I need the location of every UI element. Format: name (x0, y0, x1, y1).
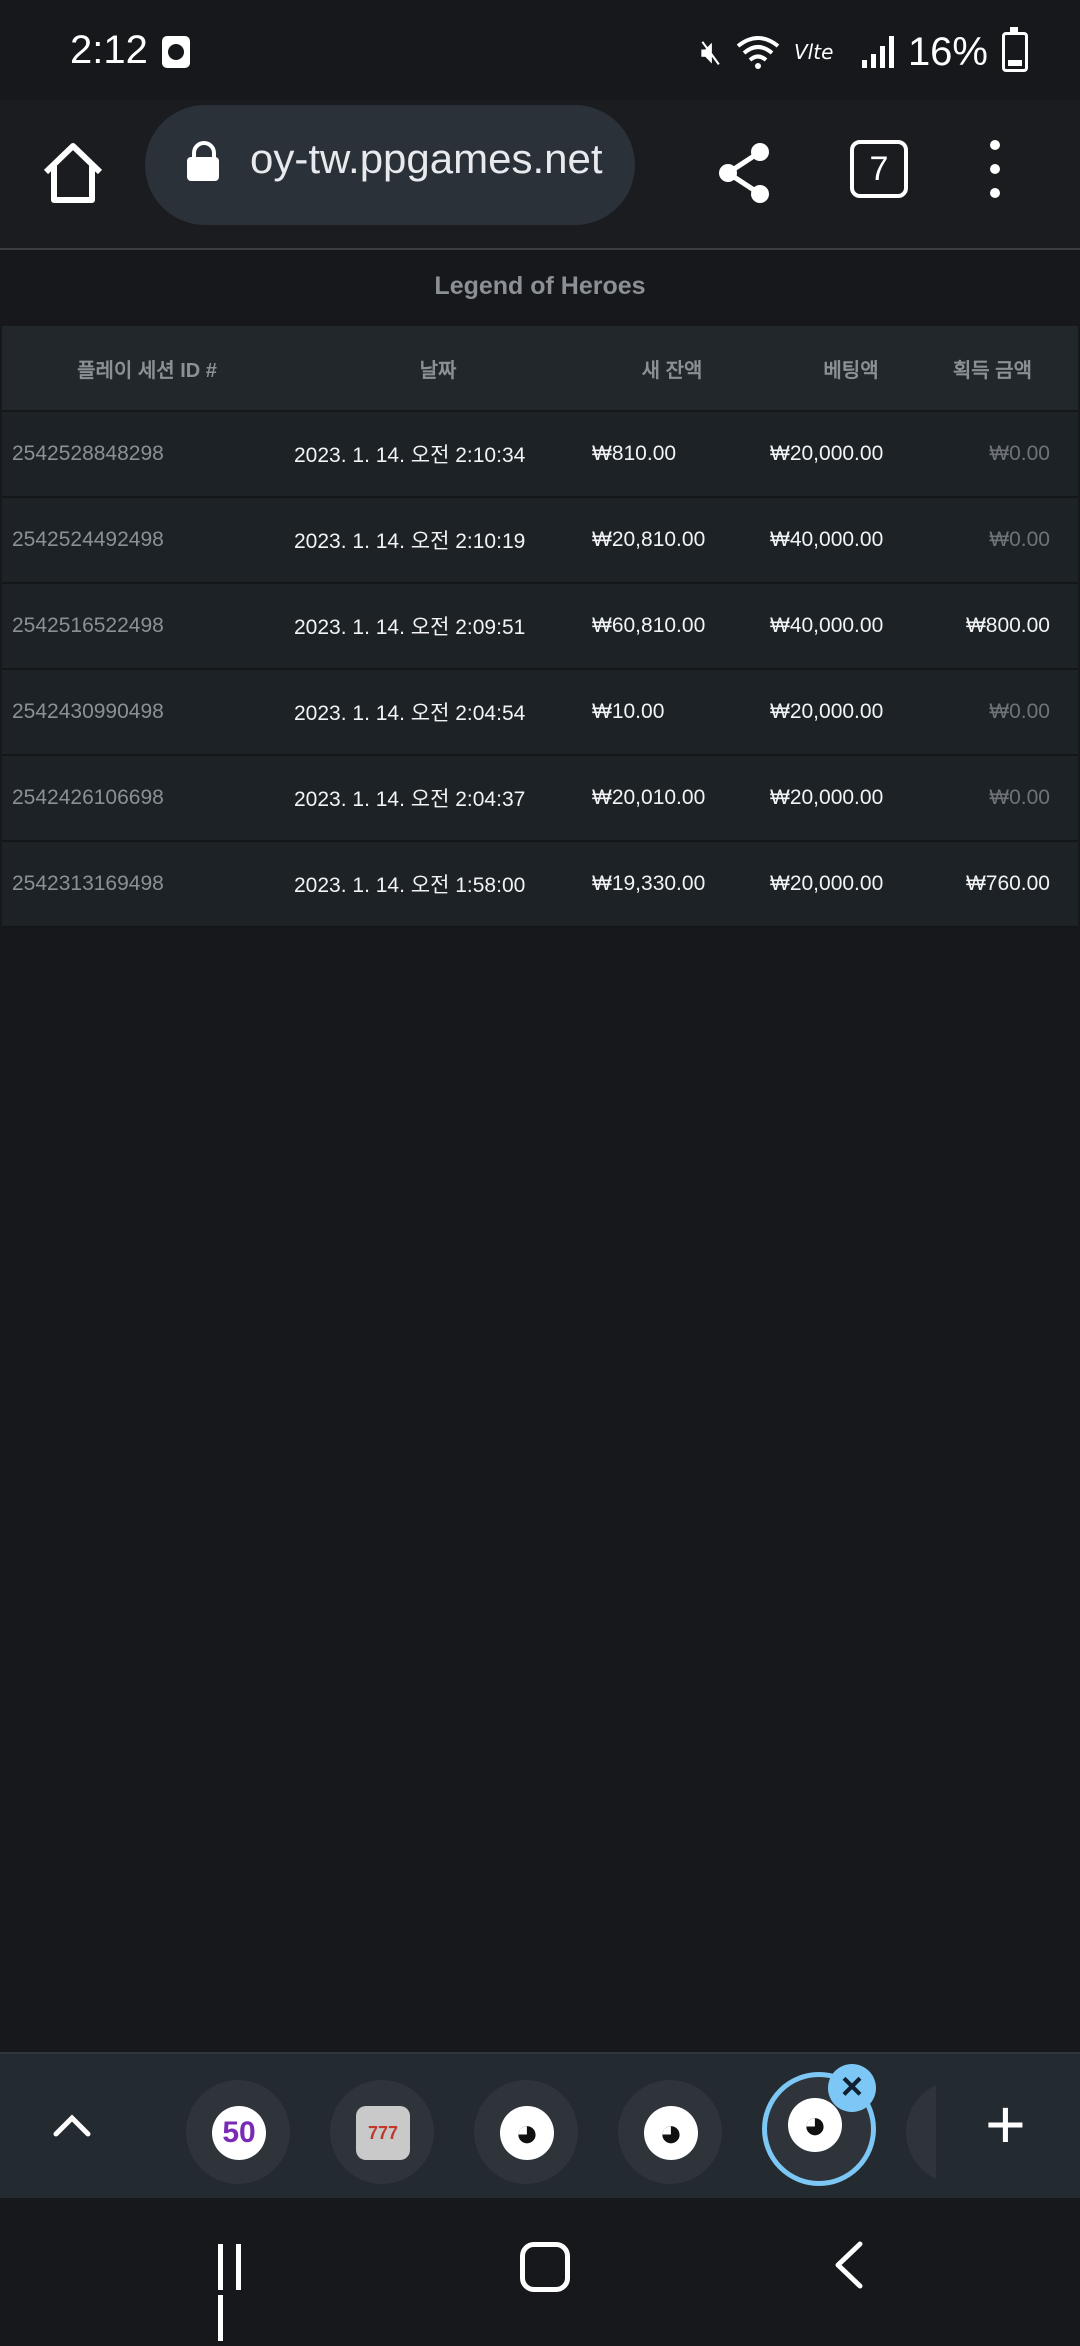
globe-icon: ◕ (500, 2106, 554, 2160)
win-amount: ₩0.00 (989, 442, 1050, 465)
win-amount: ₩0.00 (989, 700, 1050, 723)
table-row[interactable]: 2542426106698 2023. 1. 14. 오전 2:04:37 ₩2… (2, 756, 1078, 842)
more-menu-icon[interactable] (985, 140, 1005, 210)
column-header-win: 획득 금액 (952, 359, 1032, 382)
bet-amount: ₩20,000.00 (770, 700, 884, 723)
session-id: 2542426106698 (12, 786, 164, 809)
address-bar[interactable]: oy-tw.ppgames.net (145, 105, 635, 225)
tab-switcher-button[interactable]: 7 (850, 140, 908, 198)
table-row[interactable]: 2542516522498 2023. 1. 14. 오전 2:09:51 ₩6… (2, 584, 1078, 670)
history-table: 플레이 세션 ID # 날짜 새 잔액 베팅액 획득 금액 2542528848… (2, 326, 1078, 928)
lock-icon (187, 141, 219, 181)
close-tab-icon[interactable]: × (828, 2064, 876, 2112)
alarm-clock-icon (162, 36, 190, 68)
win-amount: ₩760.00 (965, 872, 1050, 895)
column-header-balance: 새 잔액 (641, 359, 703, 382)
new-balance: ₩60,810.00 (592, 614, 706, 637)
chevron-up-icon[interactable] (50, 2104, 94, 2148)
volte-icon: Vlte (794, 40, 833, 64)
back-icon[interactable] (830, 2240, 870, 2290)
session-id: 2542313169498 (12, 872, 164, 895)
new-tab-icon[interactable]: + (985, 2089, 1026, 2159)
table-row[interactable]: 2542430990498 2023. 1. 14. 오전 2:04:54 ₩1… (2, 670, 1078, 756)
status-time: 2:12 (70, 28, 148, 72)
bet-amount: ₩20,000.00 (770, 442, 884, 465)
session-date: 2023. 1. 14. 오전 2:09:51 (294, 616, 526, 639)
tab-thumb-3[interactable]: ◕ (474, 2080, 578, 2184)
globe-icon: ◕ (788, 2098, 842, 2152)
session-date: 2023. 1. 14. 오전 2:04:54 (294, 702, 526, 725)
win-amount: ₩0.00 (989, 786, 1050, 809)
session-id: 2542430990498 (12, 700, 164, 723)
svg-text:Vlte: Vlte (794, 40, 833, 64)
win-amount: ₩800.00 (965, 614, 1050, 637)
wifi-icon (736, 36, 780, 69)
bet-amount: ₩20,000.00 (770, 872, 884, 895)
status-bar: 2:12 🔇︎ Vlte 16% (0, 0, 1080, 100)
tab-strip: 50 777 ◕ ◕ ◕ × + (0, 2052, 1080, 2198)
tab-thumb-label: 50 (222, 2116, 256, 2149)
session-date: 2023. 1. 14. 오전 2:04:37 (294, 788, 526, 811)
session-id: 2542528848298 (12, 442, 164, 465)
session-date: 2023. 1. 14. 오전 2:10:19 (294, 530, 526, 553)
win-amount: ₩0.00 (989, 528, 1050, 551)
globe-icon: ◕ (644, 2106, 698, 2160)
new-balance: ₩810.00 (592, 442, 677, 465)
session-id: 2542516522498 (12, 614, 164, 637)
column-header-session-id: 플레이 세션 ID # (77, 359, 217, 382)
column-header-date: 날짜 (419, 359, 457, 382)
table-header: 플레이 세션 ID # 날짜 새 잔액 베팅액 획득 금액 (2, 326, 1078, 412)
session-id: 2542524492498 (12, 528, 164, 551)
home-icon[interactable] (38, 138, 108, 208)
table-row[interactable]: 2542313169498 2023. 1. 14. 오전 1:58:00 ₩1… (2, 842, 1078, 928)
mute-icon: 🔇︎ (700, 32, 722, 71)
recent-apps-icon[interactable] (218, 2244, 268, 2341)
session-date: 2023. 1. 14. 오전 2:10:34 (294, 444, 526, 467)
column-header-bet: 베팅액 (823, 359, 879, 382)
nav-home-icon[interactable] (520, 2242, 570, 2292)
tab-thumb-partial[interactable] (906, 2080, 936, 2184)
tab-thumb-2[interactable]: 777 (330, 2080, 434, 2184)
new-balance: ₩20,810.00 (592, 528, 706, 551)
status-icons: 🔇︎ Vlte 16% (700, 27, 1028, 76)
session-date: 2023. 1. 14. 오전 1:58:00 (294, 874, 526, 897)
browser-toolbar: oy-tw.ppgames.net 7 (0, 100, 1080, 250)
tab-thumb-1[interactable]: 50 (186, 2080, 290, 2184)
bet-amount: ₩20,000.00 (770, 786, 884, 809)
page-title: Legend of Heroes (434, 272, 646, 300)
battery-percent: 16% (907, 29, 988, 74)
new-balance: ₩19,330.00 (592, 872, 706, 895)
bet-amount: ₩40,000.00 (770, 614, 884, 637)
table-row[interactable]: 2542528848298 2023. 1. 14. 오전 2:10:34 ₩8… (2, 412, 1078, 498)
bet-amount: ₩40,000.00 (770, 528, 884, 551)
url-text: oy-tw.ppgames.net (250, 135, 603, 182)
battery-charging-icon (1002, 27, 1028, 72)
slot-machine-icon: 777 (356, 2106, 410, 2160)
share-icon[interactable] (710, 138, 780, 208)
system-nav-bar (0, 2198, 1080, 2341)
badge-50-icon: 50 (212, 2106, 266, 2160)
tab-thumb-4[interactable]: ◕ (618, 2080, 722, 2184)
tab-thumb-label: 777 (367, 2122, 399, 2143)
table-row[interactable]: 2542524492498 2023. 1. 14. 오전 2:10:19 ₩2… (2, 498, 1078, 584)
new-balance: ₩10.00 (592, 700, 665, 723)
signal-icon (861, 36, 894, 68)
new-balance: ₩20,010.00 (592, 786, 706, 809)
